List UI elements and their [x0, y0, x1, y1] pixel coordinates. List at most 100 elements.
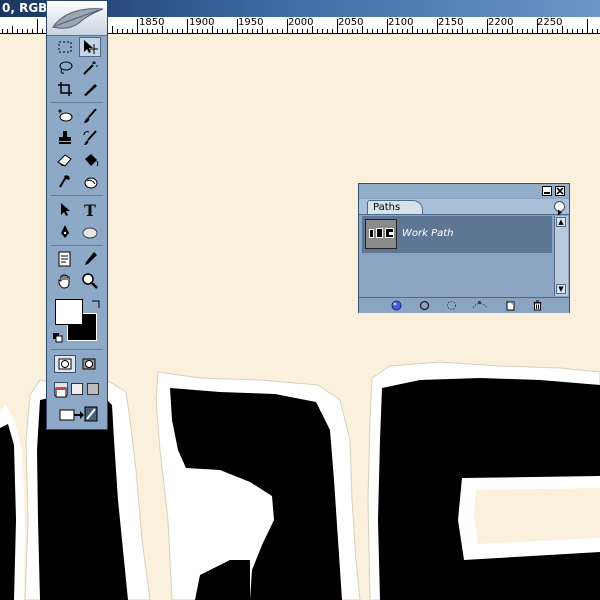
eraser-tool[interactable]	[54, 150, 76, 170]
ruler-tick	[432, 29, 433, 33]
close-button[interactable]	[555, 186, 565, 196]
fill-path-button[interactable]	[390, 300, 402, 311]
ellipse-tool[interactable]	[79, 222, 101, 242]
panel-title-bar[interactable]	[359, 184, 569, 198]
ruler-label: 2050	[338, 17, 364, 28]
ruler-tick	[252, 29, 253, 33]
minimize-icon	[544, 192, 550, 194]
path-name: Work Path	[402, 228, 454, 239]
path-row-work-path[interactable]: Work Path	[362, 216, 552, 253]
ruler-tick	[162, 26, 163, 33]
minimize-button[interactable]	[542, 186, 552, 196]
new-path-button[interactable]	[504, 300, 516, 311]
ruler-tick	[487, 19, 488, 33]
ruler-tick	[347, 29, 348, 33]
toolbox-separator	[51, 245, 103, 246]
ruler-tick	[482, 29, 483, 33]
scroll-down-button[interactable]: ▼	[556, 284, 566, 294]
tab-paths[interactable]: Paths	[367, 200, 423, 214]
ruler-tick	[537, 19, 538, 33]
ruler-tick	[227, 29, 228, 33]
slice-tool[interactable]	[79, 79, 101, 99]
ruler-tick	[407, 29, 408, 33]
screen-mode-full-menu[interactable]	[71, 383, 83, 395]
ruler-tick	[387, 19, 388, 33]
standard-mode-button[interactable]	[54, 355, 76, 373]
delete-path-button[interactable]	[531, 300, 543, 311]
ruler-tick	[157, 29, 158, 33]
paths-panel[interactable]: Paths Work Path ▲ ▼	[358, 183, 570, 313]
ruler-label: 2150	[438, 17, 464, 28]
marquee-tool[interactable]	[54, 37, 76, 57]
ruler-tick	[132, 29, 133, 33]
fill-path-icon	[391, 300, 401, 311]
ruler-tick	[267, 29, 268, 33]
color-swatches[interactable]	[53, 297, 103, 345]
ruler-tick	[417, 29, 418, 33]
eyedropper-icon	[85, 252, 97, 265]
toolbox-header[interactable]	[47, 1, 107, 36]
eraser-icon	[57, 154, 72, 167]
ruler-tick	[557, 29, 558, 33]
standard-mode-icon	[58, 358, 72, 370]
ruler-tick	[397, 29, 398, 33]
ruler-tick	[457, 29, 458, 33]
panel-menu-button[interactable]	[554, 201, 565, 216]
path-selection-tool[interactable]	[54, 200, 76, 220]
jump-to-imageready-button[interactable]	[55, 403, 101, 425]
swap-colors-icon[interactable]	[91, 299, 101, 309]
eyedropper-tool[interactable]	[79, 249, 101, 269]
foreground-color-swatch[interactable]	[55, 299, 83, 325]
ruler-tick	[12, 26, 13, 33]
ruler-tick	[142, 29, 143, 33]
ruler-tick	[322, 29, 323, 33]
canvas-area[interactable]: 0, RGB/ 1850 1900 1950 2000 2050 2100 21…	[0, 0, 600, 600]
ruler-tick	[42, 29, 43, 33]
clone-stamp-tool[interactable]	[54, 128, 76, 148]
paths-scrollbar[interactable]: ▲ ▼	[554, 216, 568, 296]
screen-mode-standard[interactable]	[54, 382, 68, 398]
lasso-tool[interactable]	[54, 58, 76, 78]
ruler-tick	[552, 29, 553, 33]
brush-icon	[84, 108, 97, 123]
magic-wand-tool[interactable]	[79, 58, 101, 78]
ruler-tick	[572, 29, 573, 33]
ruler-label: 2250	[537, 17, 563, 28]
type-tool[interactable]: T	[79, 200, 101, 220]
move-tool[interactable]	[79, 37, 101, 57]
paths-list[interactable]: Work Path	[362, 216, 554, 296]
art-shape-edge-fill	[0, 424, 16, 600]
ruler-label: 2100	[388, 17, 414, 28]
make-path-icon	[472, 301, 488, 309]
ruler-tick	[332, 29, 333, 33]
blur-tool[interactable]	[79, 172, 101, 192]
crop-tool[interactable]	[54, 79, 76, 99]
healing-brush-tool[interactable]	[54, 106, 76, 126]
stroke-path-icon	[419, 300, 429, 311]
default-colors-icon[interactable]	[53, 333, 63, 343]
stroke-path-button[interactable]	[418, 300, 430, 311]
ruler-tick	[117, 29, 118, 33]
scroll-up-button[interactable]: ▲	[556, 217, 566, 227]
history-brush-tool[interactable]	[79, 128, 101, 148]
hand-tool[interactable]	[54, 271, 76, 291]
ruler-tick	[402, 29, 403, 33]
load-selection-button[interactable]	[445, 300, 457, 311]
notes-tool[interactable]	[54, 249, 76, 269]
ruler-tick	[342, 29, 343, 33]
pen-tool[interactable]	[54, 222, 76, 242]
ruler-tick	[187, 19, 188, 33]
paint-bucket-tool[interactable]	[79, 150, 101, 170]
screen-mode-full[interactable]	[87, 383, 99, 395]
zoom-tool[interactable]	[79, 271, 101, 291]
make-path-button[interactable]	[471, 300, 489, 311]
ruler-tick	[362, 26, 363, 33]
toolbox[interactable]: T	[46, 0, 108, 430]
brush-tool[interactable]	[79, 106, 101, 126]
ruler-tick	[7, 29, 8, 33]
quick-mask-button[interactable]	[78, 355, 100, 373]
ruler-tick	[427, 29, 428, 33]
dodge-tool[interactable]	[54, 172, 76, 192]
ruler-tick	[337, 19, 338, 33]
blur-icon	[84, 177, 98, 189]
